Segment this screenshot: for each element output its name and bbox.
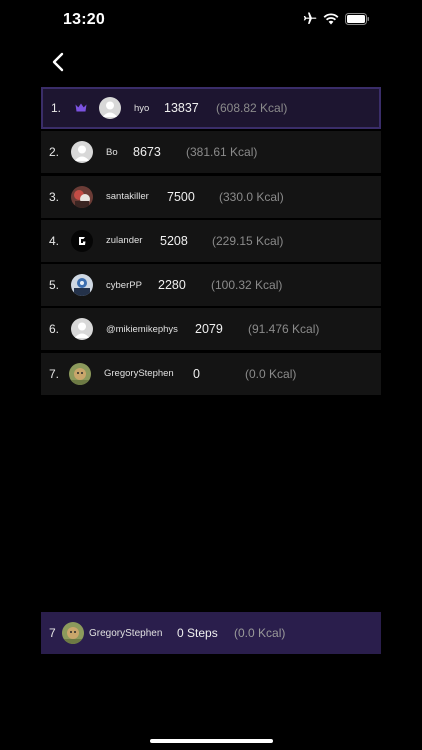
avatar: [71, 185, 93, 208]
kcal-value: (0.0 Kcal): [234, 626, 286, 640]
my-rank-row[interactable]: 7 GregoryStephen 0 Steps (0.0 Kcal): [41, 612, 381, 654]
avatar: [71, 318, 93, 341]
user-name: hyo: [134, 102, 150, 114]
status-icons: [302, 12, 370, 26]
avatar: [69, 362, 91, 385]
leaderboard-list: 1. hyo 13837 (608.82 Kcal) 2. Bo 8673 (3…: [41, 87, 381, 397]
kcal-value: (381.61 Kcal): [186, 145, 258, 160]
user-name: zulander: [106, 235, 143, 247]
user-name: santakiller: [106, 191, 149, 203]
user-name: GregoryStephen: [89, 627, 163, 639]
step-count: 0: [193, 366, 200, 381]
kcal-value: (608.82 Kcal): [216, 101, 288, 115]
step-count: 2280: [158, 278, 186, 293]
kcal-value: (100.32 Kcal): [211, 278, 283, 293]
kcal-value: (91.476 Kcal): [248, 322, 320, 337]
user-name: @mikiemikephys: [106, 323, 178, 335]
leaderboard-row[interactable]: 1. hyo 13837 (608.82 Kcal): [41, 87, 381, 129]
chevron-left-icon: [51, 52, 65, 77]
leaderboard-row[interactable]: 3. santakiller 7500 (330.0 Kcal): [41, 175, 381, 218]
battery-icon: [345, 13, 370, 25]
step-count: 13837: [164, 101, 199, 115]
rank-number: 4.: [49, 233, 60, 248]
rank-number: 2.: [49, 145, 60, 160]
leaderboard-row[interactable]: 4. zulander 5208 (229.15 Kcal): [41, 219, 381, 262]
status-time: 13:20: [63, 11, 105, 28]
user-name: GregoryStephen: [104, 368, 174, 380]
avatar: [62, 622, 84, 644]
avatar: [71, 274, 93, 297]
step-count: 8673: [133, 145, 161, 160]
user-name: Bo: [106, 146, 118, 158]
user-name: cyberPP: [106, 279, 142, 291]
leaderboard-row[interactable]: 6. @mikiemikephys 2079 (91.476 Kcal): [41, 308, 381, 351]
leaderboard-row[interactable]: 2. Bo 8673 (381.61 Kcal): [41, 131, 381, 174]
step-count: 5208: [160, 233, 188, 248]
airplane-icon: [302, 12, 317, 26]
step-count: 2079: [195, 322, 223, 337]
kcal-value: (330.0 Kcal): [219, 189, 284, 204]
back-button[interactable]: [44, 50, 72, 78]
wifi-icon: [323, 13, 339, 25]
rank-number: 5.: [49, 278, 60, 293]
home-indicator[interactable]: [150, 739, 273, 743]
step-count: 0 Steps: [177, 626, 218, 640]
rank-number: 1.: [51, 101, 62, 115]
rank-number: 6.: [49, 322, 60, 337]
avatar: [99, 97, 121, 119]
my-rank-bar: 7 GregoryStephen 0 Steps (0.0 Kcal): [41, 612, 381, 654]
kcal-value: (229.15 Kcal): [212, 233, 284, 248]
rank-number: 3.: [49, 189, 60, 204]
crown-icon: [75, 101, 87, 115]
step-count: 7500: [167, 189, 195, 204]
kcal-value: (0.0 Kcal): [245, 366, 297, 381]
leaderboard-row[interactable]: 7. GregoryStephen 0 (0.0 Kcal): [41, 352, 381, 395]
rank-number: 7: [49, 626, 56, 640]
avatar: [71, 141, 93, 164]
leaderboard-row[interactable]: 5. cyberPP 2280 (100.32 Kcal): [41, 264, 381, 307]
status-bar: 13:20: [0, 0, 422, 44]
rank-number: 7.: [49, 366, 60, 381]
avatar: [71, 229, 93, 252]
